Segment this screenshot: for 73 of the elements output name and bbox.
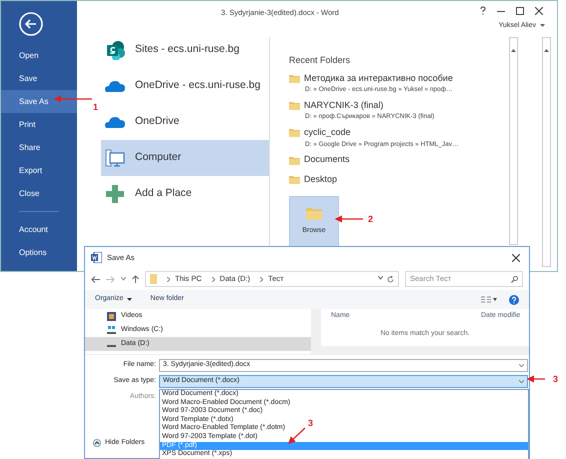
section-heading: Recent Folders (289, 54, 352, 67)
horizontal-scrollbar[interactable] (321, 346, 529, 354)
menu-item[interactable]: Account (1, 218, 77, 241)
chevron-right-icon (212, 276, 215, 282)
annotation-arrow (54, 95, 92, 103)
chevron-down-icon (519, 364, 524, 366)
word-icon (91, 252, 102, 263)
chevron-right-icon (260, 276, 264, 282)
place-label[interactable]: Sites - ecs.uni-ruse.bg (135, 42, 240, 58)
menu-item[interactable]: Close (1, 182, 77, 205)
close-icon[interactable] (512, 254, 520, 262)
annotation-arrow (526, 375, 545, 383)
search-icon (511, 276, 518, 282)
folder-icon (289, 175, 300, 184)
menu-item[interactable]: Save (1, 67, 77, 90)
windows-drive-icon (107, 326, 116, 334)
annotation-arrow (334, 215, 363, 223)
refresh-icon[interactable] (387, 276, 394, 282)
place-item[interactable]: Add a Place (101, 176, 269, 212)
maximize-icon[interactable] (516, 6, 524, 14)
folder-name[interactable]: Desktop (304, 172, 338, 186)
annotation-arrow (288, 428, 306, 444)
scrollbar[interactable] (509, 37, 518, 245)
view-options-icon[interactable] (481, 296, 497, 303)
close-icon[interactable] (535, 6, 543, 14)
up-arrow-icon[interactable] (132, 275, 139, 283)
caret-icon[interactable] (540, 24, 545, 28)
menu-item[interactable]: Print (1, 113, 77, 136)
folder-icon (289, 74, 300, 83)
annotation-number: 3 (553, 373, 558, 386)
help-icon[interactable] (509, 294, 519, 304)
place-item[interactable]: OneDrive (101, 104, 269, 140)
up-arrow-icon (543, 46, 550, 53)
place-label[interactable]: OneDrive - ecs.uni-ruse.bg (135, 78, 260, 94)
computer-icon (105, 148, 125, 168)
up-arrow-icon (510, 46, 517, 53)
folder-name[interactable]: Documents (304, 153, 350, 167)
chevron-down-icon (519, 380, 524, 382)
folder-icon (289, 128, 300, 138)
scrollbar[interactable] (542, 37, 551, 267)
place-label[interactable]: OneDrive (135, 114, 180, 130)
place-label[interactable]: Computer (135, 150, 182, 166)
place-item[interactable]: OneDrive - ecs.uni-ruse.bg (101, 68, 269, 104)
folder-name[interactable]: Методика за интерактивно пособие (304, 72, 453, 85)
place-label[interactable]: Add a Place (135, 186, 192, 202)
place-item[interactable]: Sites - ecs.uni-ruse.bg (101, 32, 269, 68)
chevron-right-icon (167, 276, 170, 282)
collapse-icon (93, 439, 101, 448)
folder-icon (150, 274, 157, 284)
place-item[interactable]: Computer (101, 140, 269, 176)
annotation-number: 1 (93, 101, 98, 114)
back-arrow-icon[interactable] (91, 276, 100, 282)
folder-name[interactable]: NARYCNIK-3 (final) (304, 98, 384, 112)
annotation-number: 3 (308, 417, 314, 430)
plus-icon (105, 184, 125, 204)
folder-icon (306, 207, 322, 220)
videos-icon (107, 312, 116, 320)
chevron-down-icon[interactable] (121, 277, 126, 281)
menu-item[interactable]: Share (1, 136, 77, 159)
menu-item[interactable]: Options (1, 241, 77, 264)
help-icon[interactable] (480, 6, 486, 15)
menu-item[interactable]: Open (1, 44, 77, 67)
chevron-down-icon[interactable] (378, 276, 383, 280)
sites-icon (105, 40, 125, 60)
folder-icon (289, 156, 300, 164)
folder-name[interactable]: cyclic_code (304, 126, 351, 140)
folder-icon (289, 101, 300, 110)
menu-item[interactable]: Export (1, 159, 77, 182)
back-icon[interactable] (19, 12, 43, 36)
annotation-number: 2 (368, 213, 374, 226)
menu-item[interactable]: Save As (1, 90, 77, 113)
scrollbar[interactable] (311, 309, 321, 354)
caret-icon (127, 298, 132, 301)
